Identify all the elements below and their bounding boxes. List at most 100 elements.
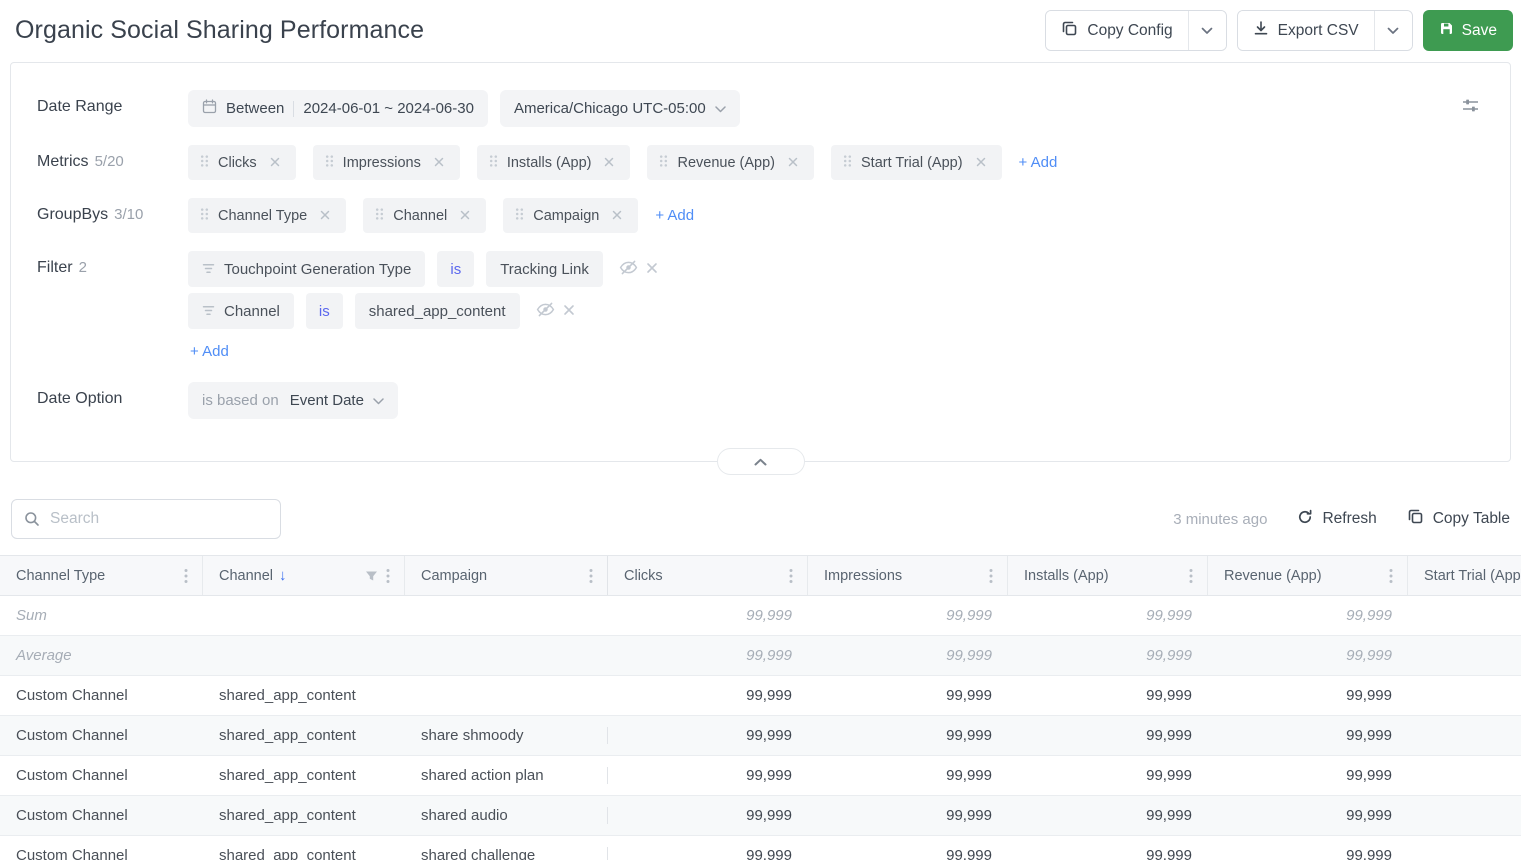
table-row[interactable]: Custom Channel shared_app_content shared… xyxy=(0,836,1521,860)
column-header-campaign[interactable]: Campaign xyxy=(405,556,608,595)
cell-channel: shared_app_content xyxy=(203,687,405,704)
divider xyxy=(293,101,294,117)
column-header-start-trial-app[interactable]: Start Trial (App) xyxy=(1408,556,1521,595)
export-csv-dropdown[interactable] xyxy=(1374,11,1412,50)
add-metric-button[interactable]: + Add xyxy=(1019,154,1058,171)
hide-filter-button[interactable] xyxy=(532,298,559,324)
remove-groupby-button[interactable] xyxy=(608,204,626,227)
column-menu-icon[interactable] xyxy=(985,565,997,587)
column-menu-icon[interactable] xyxy=(382,565,394,587)
table-toolbar: 3 minutes ago Refresh Copy Table xyxy=(11,499,1510,539)
column-menu-icon[interactable] xyxy=(585,565,597,587)
save-button[interactable]: Save xyxy=(1423,10,1513,51)
copy-table-button[interactable]: Copy Table xyxy=(1407,508,1510,530)
cell-campaign: share shmoody xyxy=(405,727,608,744)
search-icon xyxy=(24,511,40,532)
chevron-down-icon xyxy=(1387,23,1399,38)
table-row[interactable]: Custom Channel shared_app_content shared… xyxy=(0,796,1521,836)
remove-metric-button[interactable] xyxy=(430,151,448,174)
groupby-chip-label: Channel xyxy=(393,208,447,224)
column-header-installs-app[interactable]: Installs (App) xyxy=(1008,556,1208,595)
refresh-icon xyxy=(1297,509,1313,530)
collapse-panel-button[interactable] xyxy=(717,448,805,475)
cell-clicks: 99,999 xyxy=(608,607,808,624)
remove-filter-button[interactable] xyxy=(642,258,662,281)
save-label: Save xyxy=(1462,22,1497,40)
metric-chip[interactable]: Start Trial (App) xyxy=(831,145,1002,180)
remove-groupby-button[interactable] xyxy=(456,204,474,227)
view-options-button[interactable] xyxy=(1461,97,1480,117)
date-option-value: Event Date xyxy=(290,392,364,409)
drag-handle-icon xyxy=(843,154,852,172)
filter-value[interactable]: shared_app_content xyxy=(355,293,520,329)
metric-chip[interactable]: Revenue (App) xyxy=(647,145,814,180)
sliders-icon xyxy=(1461,102,1480,117)
refresh-button[interactable]: Refresh xyxy=(1297,509,1376,530)
cell-clicks: 99,999 xyxy=(608,767,808,784)
cell-channel-type: Custom Channel xyxy=(0,687,203,704)
copy-config-split-button: Copy Config xyxy=(1045,10,1226,51)
timezone-select[interactable]: America/Chicago UTC-05:00 xyxy=(500,90,740,127)
remove-filter-button[interactable] xyxy=(559,300,579,323)
date-option-select[interactable]: is based on Event Date xyxy=(188,382,398,419)
column-menu-icon[interactable] xyxy=(1385,565,1397,587)
search-input[interactable] xyxy=(11,499,281,539)
metric-chip-label: Impressions xyxy=(343,155,421,171)
calendar-icon xyxy=(202,99,217,118)
eye-off-icon xyxy=(536,302,555,320)
remove-groupby-button[interactable] xyxy=(316,204,334,227)
column-menu-icon[interactable] xyxy=(180,565,192,587)
metrics-count: 5/20 xyxy=(95,153,124,170)
copy-config-dropdown[interactable] xyxy=(1188,11,1226,50)
metric-chip-label: Installs (App) xyxy=(507,155,592,171)
date-range-picker[interactable]: Between 2024-06-01 ~ 2024-06-30 xyxy=(188,90,488,127)
refresh-label: Refresh xyxy=(1322,510,1376,528)
groupby-chip[interactable]: Channel xyxy=(363,198,486,233)
remove-metric-button[interactable] xyxy=(266,151,284,174)
cell-revenue: 99,999 xyxy=(1208,847,1408,860)
table-row[interactable]: Custom Channel shared_app_content shared… xyxy=(0,756,1521,796)
column-header-revenue-app[interactable]: Revenue (App) xyxy=(1208,556,1408,595)
column-header-channel-type[interactable]: Channel Type xyxy=(0,556,203,595)
cell-revenue: 99,999 xyxy=(1208,727,1408,744)
download-icon xyxy=(1253,20,1269,41)
column-header-channel[interactable]: Channel ↓ xyxy=(203,556,405,595)
add-filter-button[interactable]: + Add xyxy=(190,343,229,360)
app-header: Organic Social Sharing Performance Copy … xyxy=(0,0,1521,59)
column-menu-icon[interactable] xyxy=(1185,565,1197,587)
cell-installs: 99,999 xyxy=(1008,807,1208,824)
remove-metric-button[interactable] xyxy=(784,151,802,174)
filter-field[interactable]: Touchpoint Generation Type xyxy=(188,251,425,287)
metric-chip[interactable]: Impressions xyxy=(313,145,460,180)
metric-chip[interactable]: Clicks xyxy=(188,145,296,180)
copy-config-button[interactable]: Copy Config xyxy=(1046,11,1187,50)
cell-installs: 99,999 xyxy=(1008,847,1208,860)
column-menu-icon[interactable] xyxy=(785,565,797,587)
cell-revenue: 99,999 xyxy=(1208,767,1408,784)
add-groupby-button[interactable]: + Add xyxy=(655,207,694,224)
table-row-sum: Sum 99,999 99,999 99,999 99,999 xyxy=(0,596,1521,636)
groupby-chip[interactable]: Channel Type xyxy=(188,198,346,233)
hide-filter-button[interactable] xyxy=(615,256,642,282)
cell-clicks: 99,999 xyxy=(608,727,808,744)
filter-value[interactable]: Tracking Link xyxy=(486,251,603,287)
column-header-clicks[interactable]: Clicks xyxy=(608,556,808,595)
filter-operator[interactable]: is xyxy=(306,293,343,329)
drag-handle-icon xyxy=(489,154,498,172)
remove-metric-button[interactable] xyxy=(972,151,990,174)
groupbys-label: GroupBys xyxy=(37,206,108,224)
column-filter-icon[interactable] xyxy=(361,567,382,585)
page-title: Organic Social Sharing Performance xyxy=(15,16,424,45)
chevron-up-icon xyxy=(754,454,767,469)
remove-metric-button[interactable] xyxy=(600,151,618,174)
metric-chip-label: Start Trial (App) xyxy=(861,155,963,171)
cell-impressions: 99,999 xyxy=(808,647,1008,664)
filter-operator[interactable]: is xyxy=(437,251,474,287)
filter-field[interactable]: Channel xyxy=(188,293,294,329)
column-header-impressions[interactable]: Impressions xyxy=(808,556,1008,595)
table-row[interactable]: Custom Channel shared_app_content share … xyxy=(0,716,1521,756)
export-csv-button[interactable]: Export CSV xyxy=(1238,11,1374,50)
table-row[interactable]: Custom Channel shared_app_content 99,999… xyxy=(0,676,1521,716)
metric-chip[interactable]: Installs (App) xyxy=(477,145,631,180)
groupby-chip[interactable]: Campaign xyxy=(503,198,638,233)
